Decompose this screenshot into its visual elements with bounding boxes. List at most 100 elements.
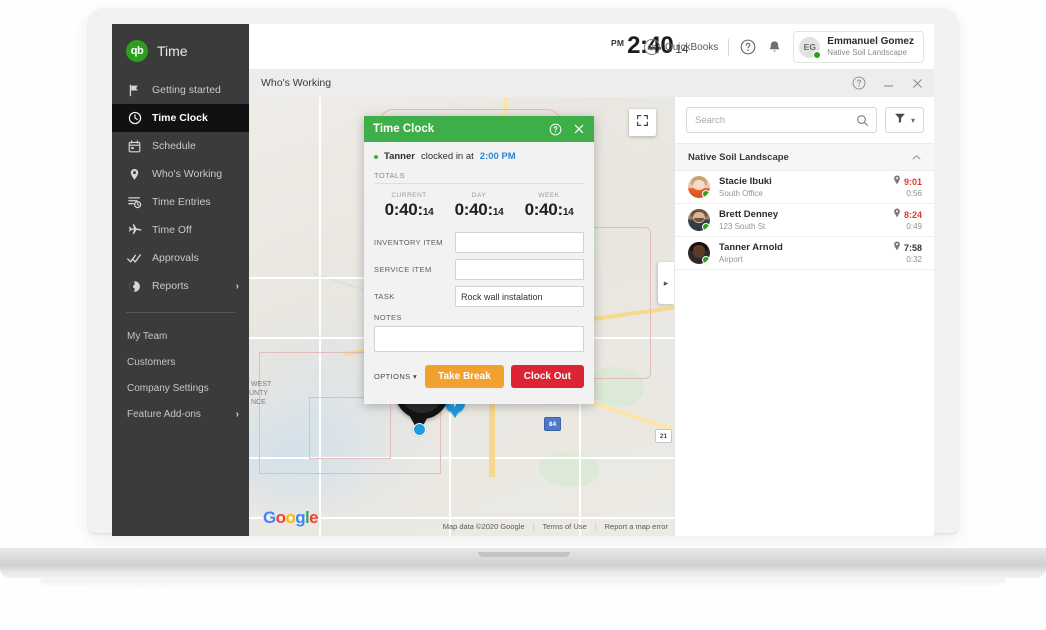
total-value: 0:40:14 [524, 200, 574, 219]
sidebar-label: Approvals [152, 252, 199, 264]
double-check-icon [127, 251, 142, 266]
total-ss: 14 [492, 207, 504, 218]
header-divider [728, 38, 730, 56]
minimize-icon[interactable] [882, 77, 895, 90]
search-box[interactable] [686, 107, 877, 133]
inventory-item-input[interactable] [455, 232, 584, 253]
field-label: INVENTORY ITEM [374, 238, 443, 247]
options-label: OPTIONS [374, 372, 411, 381]
map-boundary [309, 397, 391, 459]
time-entries-icon [127, 195, 142, 210]
sidebar-item-time-entries[interactable]: Time Entries [112, 188, 249, 216]
terms-of-use-link[interactable]: Terms of Use [543, 522, 587, 531]
quickbooks-logo-icon: qb [126, 40, 148, 62]
sidebar-item-time-clock[interactable]: Time Clock [112, 104, 249, 132]
worker-row[interactable]: Brett Denney 123 South St 8:24 0:49 [675, 204, 934, 237]
online-status-dot [813, 50, 822, 59]
google-letter: o [275, 508, 286, 527]
worker-times: 7:58 0:32 [893, 241, 922, 265]
worker-row[interactable]: Stacie Ibuki South Office 9:01 0:56 [675, 171, 934, 204]
time-clock-panel: Time Clock Tanner clocked in at 2:00 PM … [364, 116, 594, 404]
laptop-hinge-notch [478, 552, 570, 557]
window-titlebar: Who's Working [249, 69, 934, 97]
pin-tail [450, 410, 460, 418]
help-circle-icon[interactable] [852, 76, 866, 90]
total-ss: 14 [562, 207, 574, 218]
sidebar-item-schedule[interactable]: Schedule [112, 132, 249, 160]
sidebar-sub-label: Feature Add-ons [127, 408, 201, 420]
quickbooks-link[interactable]: qb QuickBooks [643, 39, 718, 55]
search-input[interactable] [687, 114, 856, 126]
clock-in-time: 8:24 [903, 209, 922, 220]
sidebar-item-whos-working[interactable]: Who's Working [112, 160, 249, 188]
sidebar-label: Time Off [152, 224, 192, 236]
time-clock-header-actions [549, 123, 585, 136]
sidebar-item-feature-addons[interactable]: Feature Add-ons › [112, 401, 249, 427]
clock-out-button[interactable]: Clock Out [510, 365, 584, 388]
filter-icon [894, 111, 906, 129]
help-circle-icon[interactable] [549, 123, 562, 136]
brand: qb Time [112, 24, 249, 76]
sidebar-label: Schedule [152, 140, 196, 152]
sidebar-item-my-team[interactable]: My Team [112, 323, 249, 349]
top-header-actions: qb QuickBooks EG Emmanuel Gomez Native S… [643, 31, 924, 63]
chevron-up-icon[interactable] [911, 152, 922, 163]
help-circle-icon[interactable] [739, 39, 756, 56]
bell-icon[interactable] [766, 39, 783, 56]
close-icon[interactable] [911, 77, 924, 90]
take-break-button[interactable]: Take Break [425, 365, 504, 388]
worker-group-header[interactable]: Native Soil Landscape [675, 143, 934, 171]
time-clock-body: Tanner clocked in at 2:00 PM TOTALS CURR… [364, 142, 594, 388]
sidebar-item-customers[interactable]: Customers [112, 349, 249, 375]
window-title: Who's Working [261, 77, 332, 89]
flag-icon [127, 83, 142, 98]
map-pin-icon [127, 167, 142, 182]
clocked-in-time: 2:00 PM [479, 151, 516, 162]
laptop-screen: qb Time Getting started Time Clock Sched… [112, 24, 934, 536]
worker-row[interactable]: Tanner Arnold Airport 7:58 0:32 [675, 237, 934, 270]
notes-textarea[interactable] [374, 326, 584, 352]
worker-times: 8:24 0:49 [893, 208, 922, 232]
task-input[interactable] [455, 286, 584, 307]
online-status-dot [702, 190, 710, 198]
sidebar-item-reports[interactable]: Reports › [112, 272, 249, 300]
sidebar-item-getting-started[interactable]: Getting started [112, 76, 249, 104]
sidebar-label: Who's Working [152, 168, 223, 180]
online-status-dot [702, 256, 710, 264]
map-collapse-button[interactable]: ▸ [658, 262, 674, 304]
total-day: DAY 0:40:14 [444, 192, 514, 220]
report-map-error-link[interactable]: Report a map error [605, 522, 668, 531]
worker-location-dot [413, 423, 426, 436]
chevron-right-icon: › [235, 280, 239, 292]
close-icon[interactable] [573, 123, 585, 135]
chevron-down-icon: ▾ [910, 115, 915, 125]
service-item-input[interactable] [455, 259, 584, 280]
clocked-in-person: Tanner [384, 151, 415, 162]
options-dropdown[interactable]: OPTIONS ▾ [374, 372, 417, 381]
worker-times: 9:01 0:56 [893, 175, 922, 199]
route-shield: 21 [655, 429, 672, 443]
map-fullscreen-button[interactable] [629, 109, 656, 136]
user-info: Emmanuel Gomez Native Soil Landscape [827, 36, 914, 58]
google-logo: Google [263, 508, 319, 528]
user-menu-button[interactable]: EG Emmanuel Gomez Native Soil Landscape [793, 31, 924, 63]
filter-button[interactable]: ▾ [884, 107, 924, 133]
sidebar-item-approvals[interactable]: Approvals [112, 244, 249, 272]
map-attribution: Map data ©2020 Google | Terms of Use | R… [443, 522, 668, 531]
worker-location: 123 South St [719, 221, 766, 231]
sidebar-sub-label: My Team [127, 330, 168, 342]
total-week: WEEK 0:40:14 [514, 192, 584, 220]
map-label: NCE [251, 399, 266, 406]
chevron-down-icon: ▾ [413, 372, 418, 381]
sidebar-label: Getting started [152, 84, 221, 96]
sidebar: qb Time Getting started Time Clock Sched… [112, 24, 249, 536]
avatar [688, 209, 710, 231]
google-letter: o [285, 508, 296, 527]
sidebar-item-company-settings[interactable]: Company Settings [112, 375, 249, 401]
chevron-right-icon: ▸ [663, 277, 669, 288]
worker-name: Stacie Ibuki [719, 175, 772, 187]
field-label: TASK [374, 292, 395, 301]
avatar [688, 176, 710, 198]
avatar: EG [799, 36, 822, 59]
sidebar-item-time-off[interactable]: Time Off [112, 216, 249, 244]
